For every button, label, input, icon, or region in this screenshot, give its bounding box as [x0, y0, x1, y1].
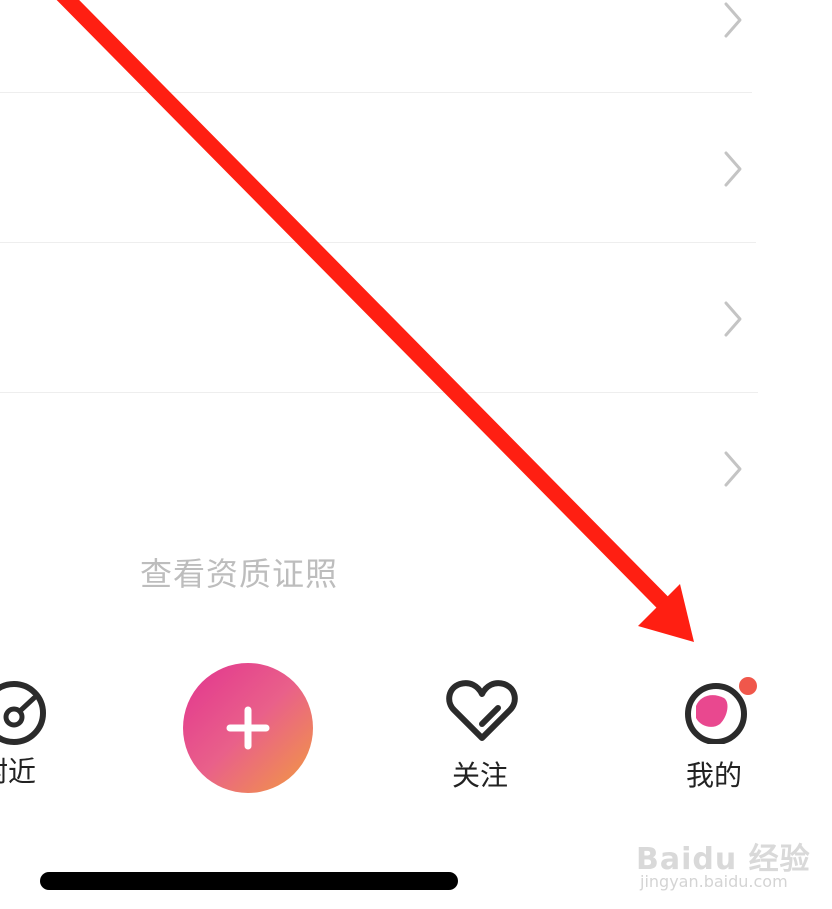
settings-row-2[interactable]	[0, 93, 760, 242]
profile-icon	[685, 677, 757, 744]
baidu-watermark: Baidu 经验 jingyan.baidu.com	[636, 820, 810, 900]
tab-following[interactable]: 关注	[430, 672, 540, 802]
settings-row-3[interactable]	[0, 243, 760, 392]
chevron-right-icon	[724, 451, 742, 487]
plus-icon	[226, 706, 270, 750]
tab-nearby-label: 附近	[0, 755, 37, 788]
settings-row-1[interactable]	[0, 0, 760, 92]
tab-following-label: 关注	[452, 759, 509, 792]
heart-icon	[446, 680, 518, 741]
chevron-right-icon	[724, 301, 742, 337]
chevron-right-icon	[724, 151, 742, 187]
create-post-button[interactable]	[183, 663, 313, 793]
watermark-url: jingyan.baidu.com	[640, 872, 788, 891]
tab-nearby[interactable]: 附近	[0, 672, 90, 802]
home-indicator	[40, 872, 458, 890]
tab-me-label: 我的	[686, 759, 743, 792]
tab-me[interactable]: 我的	[670, 672, 770, 802]
compass-icon	[0, 681, 46, 745]
settings-row-4[interactable]	[0, 393, 760, 542]
chevron-right-icon	[724, 2, 742, 38]
view-qualifications-link[interactable]: 查看资质证照	[140, 550, 338, 598]
